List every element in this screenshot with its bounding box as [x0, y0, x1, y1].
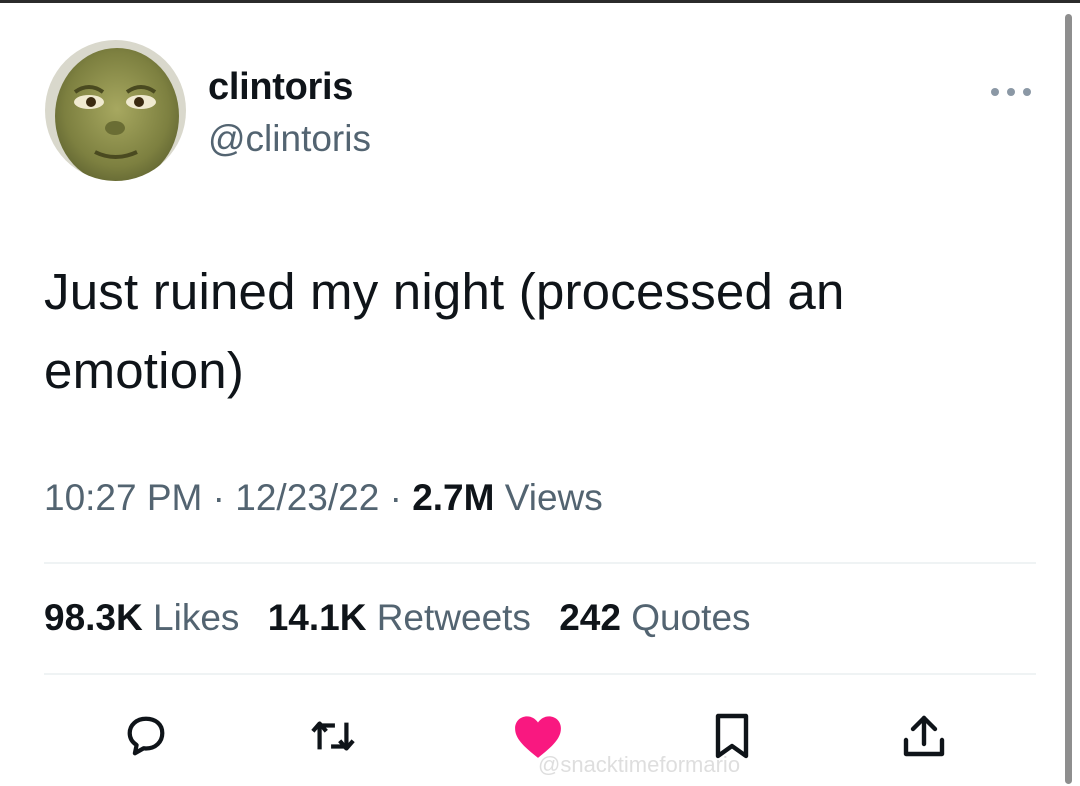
watermark: @snacktimeformario [538, 752, 741, 777]
meta-separator: · [212, 477, 225, 518]
author-handle[interactable]: @clintoris [208, 118, 371, 160]
scrollbar[interactable] [1065, 14, 1072, 784]
avatar[interactable] [45, 40, 186, 181]
retweets-count: 14.1K [267, 597, 367, 638]
divider [44, 562, 1036, 564]
tweet-meta: 10:27 PM · 12/23/22 · 2.7M Views [44, 477, 603, 519]
retweet-icon [311, 721, 355, 751]
quotes-stat[interactable]: 242 Quotes [559, 597, 750, 638]
quotes-count: 242 [559, 597, 621, 638]
share-icon [903, 715, 945, 757]
more-options-icon[interactable] [990, 84, 1032, 96]
meta-separator: · [389, 477, 402, 518]
reply-icon [127, 716, 165, 756]
views-count: 2.7M [412, 477, 495, 518]
divider [44, 673, 1036, 675]
likes-label: Likes [153, 597, 240, 638]
share-button[interactable] [894, 708, 954, 764]
top-border [0, 0, 1080, 3]
likes-stat[interactable]: 98.3K Likes [44, 597, 250, 638]
author-display-name[interactable]: clintoris [208, 66, 353, 109]
quotes-label: Quotes [631, 597, 751, 638]
tweet-time[interactable]: 10:27 PM [44, 477, 202, 518]
tweet-stats: 98.3K Likes 14.1K Retweets 242 Quotes [44, 597, 769, 639]
views-label: Views [504, 477, 603, 518]
reply-button[interactable] [116, 708, 176, 764]
tweet-date[interactable]: 12/23/22 [235, 477, 379, 518]
retweets-stat[interactable]: 14.1K Retweets [268, 597, 542, 638]
retweet-button[interactable] [303, 708, 363, 764]
tweet-text: Just ruined my night (processed an emoti… [44, 263, 845, 399]
likes-count: 98.3K [44, 597, 143, 638]
retweets-label: Retweets [376, 597, 531, 638]
